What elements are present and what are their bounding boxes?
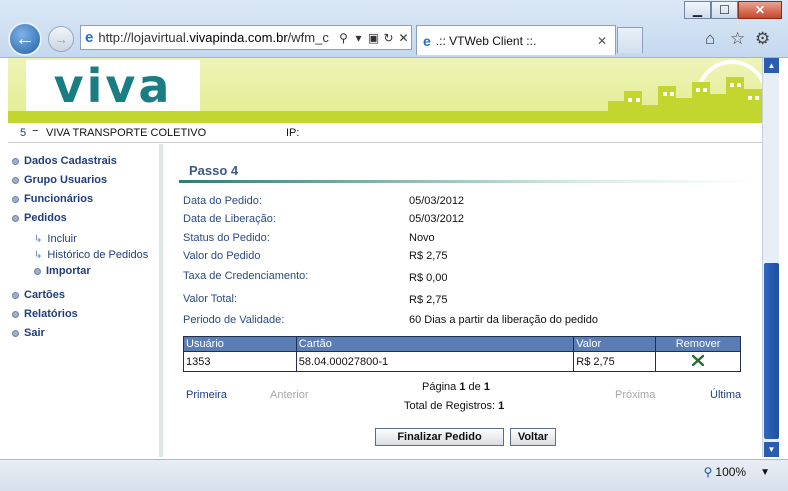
delete-x-icon[interactable] [691,354,705,366]
release-date-label: Data de Liberação: [183,213,276,225]
forward-button[interactable]: → [48,26,74,52]
pager-last-link[interactable]: Última [710,389,741,401]
col-header-usuario: Usuário [183,336,297,352]
dropdown-icon[interactable]: ▾ [351,31,366,45]
close-tab-icon[interactable]: ✕ [597,34,607,48]
info-bar: 5 − VIVA TRANSPORTE COLETIVO IP: [8,123,762,143]
sub-arrow-icon: ↳ [34,249,43,261]
items-table: Usuário Cartão Valor Remover 1353 58.04.… [183,336,741,372]
sidebar-item-pedidos[interactable]: Pedidos [12,212,67,224]
refresh-icon[interactable]: ↻ [381,31,396,45]
banner-green-band [8,111,762,123]
pager-next-link: Próxima [615,389,656,401]
minimize-button[interactable]: ▁ [684,1,711,19]
col-header-cartao: Cartão [295,336,575,352]
table-header-row: Usuário Cartão Valor Remover [183,336,741,352]
zoom-level: 100% [715,465,747,479]
sidebar-item-grupo-usuarios[interactable]: Grupo Usuarios [12,174,107,186]
col-header-remover: Remover [655,336,741,352]
col-header-valor: Valor [573,336,657,352]
sidebar-item-sair[interactable]: Sair [12,327,45,339]
pager-first-link[interactable]: Primeira [186,389,227,401]
home-icon[interactable]: ⌂ [705,29,715,49]
bullet-icon [12,329,19,337]
bullet-icon [12,291,19,299]
scroll-down-icon[interactable]: ▼ [764,442,779,457]
browser-tab[interactable]: e .:: VTWeb Client ::. ✕ [416,25,616,55]
status-value: Novo [409,232,435,244]
compat-view-icon[interactable]: ▣ [366,31,381,45]
bullet-icon [12,176,19,184]
tab-ie-icon: e [423,32,431,49]
page-title: Passo 4 [189,163,239,178]
info-number: 5 [20,127,27,139]
settings-gear-icon[interactable]: ⚙ [755,29,770,49]
sidebar-item-funcionarios[interactable]: Funcionários [12,193,93,205]
order-date-label: Data do Pedido: [183,195,262,207]
favorites-star-icon[interactable]: ☆ [730,29,745,49]
release-date-value: 05/03/2012 [409,213,465,225]
validity-label: Periodo de Validade: [183,314,285,326]
zoom-control[interactable]: ⚲ 100% ▼ [704,465,770,479]
status-label: Status do Pedido: [183,232,270,244]
page-viewport: viva 5 − VIVA TRANSPORTE COLETIVO IP: Da… [8,58,762,457]
ie-icon: e [85,29,94,46]
zoom-icon: ⚲ [703,465,713,479]
page-indicator: Página 1 de 1 [422,381,490,393]
total-label: Valor Total: [183,293,238,305]
cell-valor: R$ 2,75 [573,351,657,372]
order-date-value: 05/03/2012 [409,195,465,207]
company-name: VIVA TRANSPORTE COLETIVO [46,127,207,139]
cell-remover [655,351,741,372]
search-icon[interactable]: ⚲ [336,31,351,45]
new-tab-button[interactable] [617,27,643,53]
fee-label: Taxa de Credenciamento: [183,270,309,282]
scroll-up-icon[interactable]: ▲ [764,58,779,73]
order-value: R$ 2,75 [409,250,448,262]
cell-cartao: 58.04.00027800-1 [295,351,575,372]
bullet-icon [12,157,19,165]
scroll-thumb[interactable] [764,263,779,439]
total-records: Total de Registros: 1 [404,400,505,412]
vertical-scrollbar[interactable]: ▲ ▼ [762,58,779,457]
title-underline [179,180,759,183]
back-button[interactable]: ← [8,22,42,56]
bullet-icon [12,214,19,222]
url-text[interactable]: http://lojavirtual.vivapinda.com.br/wfm_… [98,30,336,45]
tab-title: .:: VTWeb Client ::. [435,33,537,48]
finalizar-pedido-button[interactable]: Finalizar Pedido [375,428,504,446]
window-controls: ▁ ☐ ✕ [684,1,782,19]
stop-icon[interactable]: ✕ [396,31,411,45]
site-banner: viva [8,58,762,123]
pager-previous-link: Anterior [270,389,309,401]
maximize-button[interactable]: ☐ [711,1,738,19]
sidebar-subitem-importar[interactable]: Importar [34,265,91,277]
sidebar-item-dados-cadastrais[interactable]: Dados Cadastrais [12,155,117,167]
fee-value: R$ 0,00 [409,272,448,284]
sub-arrow-icon: ↳ [34,233,43,245]
sidebar-subitem-incluir[interactable]: ↳ Incluir [34,233,77,245]
sidebar-item-relatorios[interactable]: Relatórios [12,308,78,320]
address-bar[interactable]: e http://lojavirtual.vivapinda.com.br/wf… [80,25,412,50]
sidebar-item-cartoes[interactable]: Cartões [12,289,65,301]
bullet-icon [12,310,19,318]
voltar-button[interactable]: Voltar [510,428,556,446]
info-dash: − [32,125,39,137]
main-content: Passo 4 Data do Pedido: 05/03/2012 Data … [167,144,762,457]
zoom-dropdown-icon[interactable]: ▼ [760,467,770,478]
browser-chrome: ▁ ☐ ✕ ← → e http://lojavirtual.vivapinda… [0,0,788,58]
validity-value: 60 Dias a partir da liberação do pedido [409,314,598,326]
table-row: 1353 58.04.00027800-1 R$ 2,75 [183,351,741,372]
total-value: R$ 2,75 [409,294,448,306]
bullet-icon [34,267,41,275]
sidebar-menu: Dados Cadastrais Grupo Usuarios Funcioná… [8,144,163,457]
cell-usuario: 1353 [183,351,297,372]
sidebar-subitem-historico[interactable]: ↳ Histórico de Pedidos [34,249,148,261]
bullet-icon [12,195,19,203]
order-value-label: Valor do Pedido [183,250,261,262]
close-window-button[interactable]: ✕ [738,1,782,19]
ip-label: IP: [286,127,300,139]
status-bar: ⚲ 100% ▼ [0,459,788,491]
